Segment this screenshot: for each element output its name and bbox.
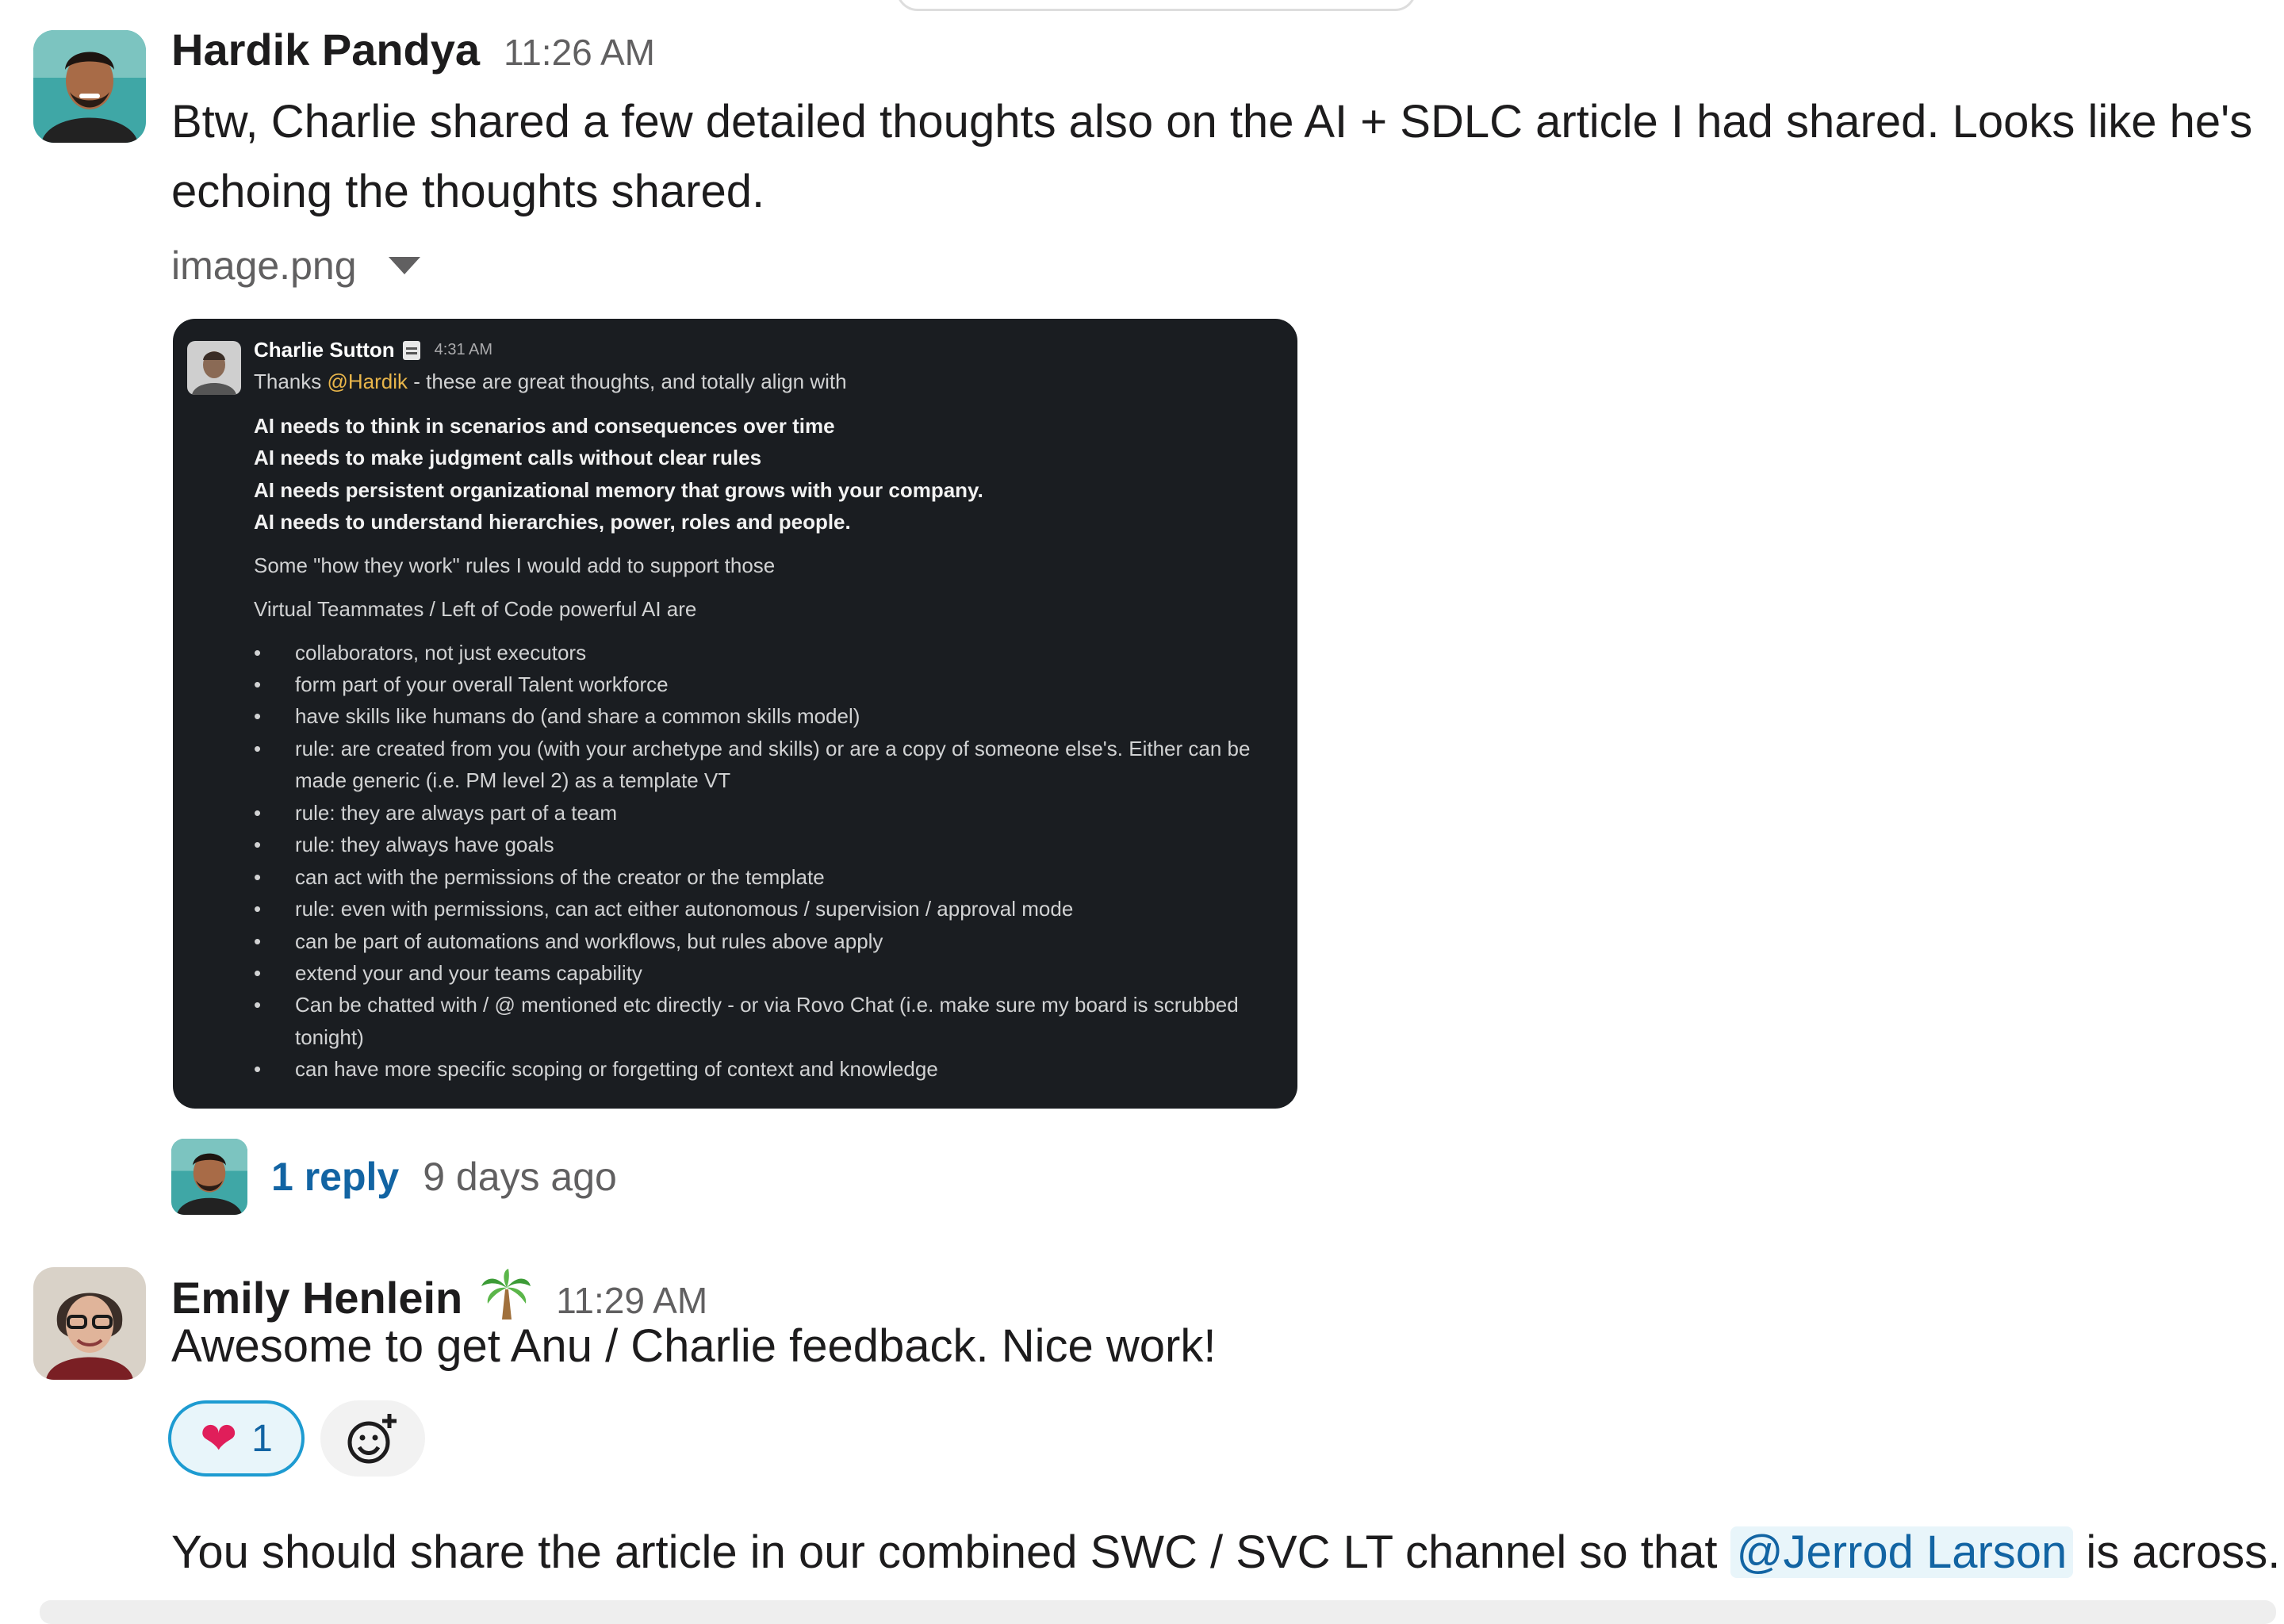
reaction-heart[interactable]: ❤ 1: [168, 1400, 305, 1477]
add-reaction-icon: [347, 1414, 397, 1464]
bullet-text: can have more specific scoping or forget…: [295, 1057, 938, 1081]
embedded-author: Charlie Sutton: [254, 338, 395, 362]
bullet-text: have skills like humans do (and share a …: [295, 704, 860, 728]
reaction-count: 1: [251, 1417, 273, 1460]
user-mention[interactable]: @Jerrod Larson: [1730, 1526, 2074, 1578]
bullet-continuation: made generic (i.e. PM level 2) as a temp…: [295, 768, 731, 792]
heart-icon: ❤: [200, 1413, 238, 1463]
embedded-avatar: [187, 341, 241, 395]
reply-avatar: [171, 1139, 247, 1215]
attachment-header[interactable]: image.png: [171, 243, 420, 289]
bullet-text: rule: they are always part of a team: [295, 801, 618, 825]
avatar-emily[interactable]: [33, 1267, 146, 1380]
image-attachment[interactable]: Charlie Sutton 4:31 AM Thanks @Hardik - …: [173, 319, 1297, 1109]
reactions-bar: ❤ 1: [168, 1400, 425, 1477]
embedded-mention: @Hardik: [327, 370, 408, 393]
text-after: is across.: [2073, 1526, 2281, 1578]
timestamp[interactable]: 11:26 AM: [504, 31, 655, 74]
paragraph: Virtual Teammates / Left of Code powerfu…: [254, 597, 697, 621]
notepad-icon: [402, 340, 420, 360]
bold-line: AI needs to think in scenarios and conse…: [254, 414, 835, 438]
embedded-time: 4:31 AM: [434, 341, 493, 358]
bullet-text: collaborators, not just executors: [295, 641, 587, 665]
greeting-prefix: Thanks: [254, 370, 328, 393]
attachment-filename[interactable]: image.png: [171, 243, 357, 289]
author-name[interactable]: Hardik Pandya: [171, 24, 480, 75]
bold-line: AI needs to understand hierarchies, powe…: [254, 510, 851, 534]
bullet-text: rule: are created from you (with your ar…: [295, 737, 1251, 760]
embedded-header: Charlie Sutton 4:31 AM: [254, 338, 492, 362]
bullet-text: form part of your overall Talent workfor…: [295, 672, 669, 696]
bullet-text: Can be chatted with / @ mentioned etc di…: [295, 993, 1239, 1017]
caret-down-icon[interactable]: [388, 257, 420, 274]
embedded-greeting: Thanks @Hardik - these are great thought…: [254, 370, 847, 394]
message-text: Awesome to get Anu / Charlie feedback. N…: [171, 1320, 1217, 1372]
message-text: Btw, Charlie shared a few detailed thoug…: [171, 87, 2252, 227]
bold-line: AI needs to make judgment calls without …: [254, 446, 762, 469]
bullet-text: extend your and your teams capability: [295, 961, 642, 985]
bullet-text: can be part of automations and workflows…: [295, 929, 883, 953]
reply-count-link[interactable]: 1 reply: [271, 1154, 399, 1200]
message-text-line: Btw, Charlie shared a few detailed thoug…: [171, 96, 2253, 147]
paragraph: Some "how they work" rules I would add t…: [254, 553, 776, 577]
bullet-text: rule: they always have goals: [295, 833, 554, 856]
last-reply-time: 9 days ago: [423, 1155, 617, 1199]
message-text-line: echoing the thoughts shared.: [171, 166, 765, 217]
thread-summary[interactable]: 1 reply 9 days ago: [171, 1139, 617, 1215]
bullet-text: can act with the permissions of the crea…: [295, 865, 825, 889]
new-messages-pill[interactable]: [896, 0, 1416, 11]
message-text: You should share the article in our comb…: [171, 1518, 2280, 1588]
add-reaction-button[interactable]: [320, 1400, 425, 1477]
avatar-hardik[interactable]: [33, 30, 146, 143]
bullet-continuation: tonight): [295, 1025, 364, 1049]
composer-edge[interactable]: [40, 1600, 2276, 1624]
bold-line: AI needs persistent organizational memor…: [254, 478, 983, 502]
bullet-text: rule: even with permissions, can act eit…: [295, 897, 1074, 921]
greeting-suffix: - these are great thoughts, and totally …: [408, 370, 847, 393]
text-before: You should share the article in our comb…: [171, 1526, 1730, 1578]
